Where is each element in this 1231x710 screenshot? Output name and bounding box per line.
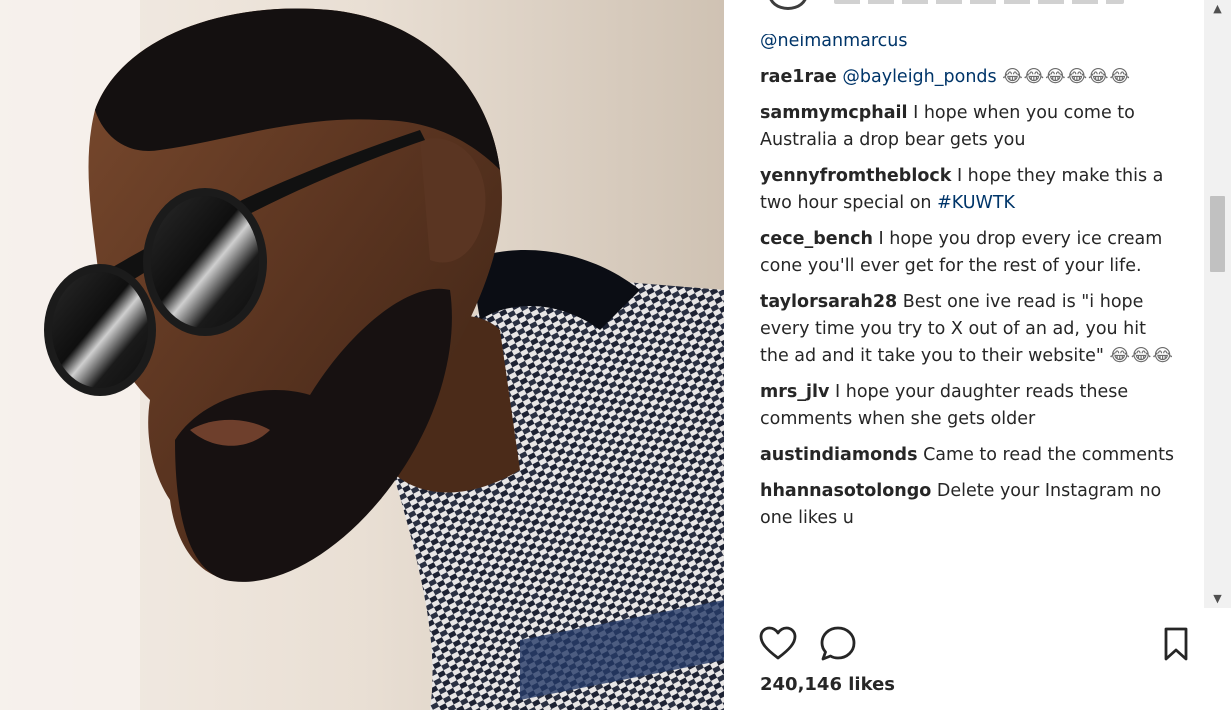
portrait-image bbox=[0, 0, 724, 710]
scroll-up-arrow-icon[interactable]: ▲ bbox=[1204, 0, 1231, 18]
comment-row: cece_bench I hope you drop every ice cre… bbox=[760, 226, 1180, 280]
comments-section[interactable]: @neimanmarcus rae1rae @bayleigh_ponds 😂😂😂… bbox=[746, 34, 1208, 608]
comment-row: taylorsarah28 Best one ive read is "i ho… bbox=[760, 289, 1180, 370]
comment-username[interactable]: rae1rae bbox=[760, 67, 837, 87]
comment-username[interactable]: yennyfromtheblock bbox=[760, 166, 951, 186]
comment-username[interactable]: austindiamonds bbox=[760, 445, 918, 465]
comment-row: hhannasotolongo Delete your Instagram no… bbox=[760, 478, 1180, 532]
comment-row: @neimanmarcus bbox=[760, 34, 1180, 55]
header-username-cropped bbox=[834, 0, 1124, 4]
scroll-down-arrow-icon[interactable]: ▼ bbox=[1204, 590, 1231, 608]
comments-scrollbar[interactable]: ▲ ▼ bbox=[1204, 0, 1231, 608]
comment-text: Came to read the comments bbox=[923, 445, 1175, 465]
heart-outline-icon[interactable] bbox=[758, 624, 798, 664]
comment-row: sammymcphail I hope when you come to Aus… bbox=[760, 100, 1180, 154]
comment-username[interactable]: mrs_jlv bbox=[760, 382, 829, 402]
comment-username[interactable]: cece_bench bbox=[760, 229, 873, 249]
post-photo[interactable] bbox=[0, 0, 724, 710]
bookmark-outline-icon[interactable] bbox=[1156, 624, 1196, 664]
comment-username[interactable]: hhannasotolongo bbox=[760, 481, 931, 501]
comments-list: @neimanmarcus rae1rae @bayleigh_ponds 😂😂😂… bbox=[760, 34, 1180, 541]
likes-label: likes bbox=[848, 674, 896, 695]
speech-bubble-icon[interactable] bbox=[818, 624, 858, 664]
scroll-thumb[interactable] bbox=[1210, 196, 1225, 272]
comment-emoji: 😂😂😂 bbox=[1109, 346, 1174, 366]
post-header bbox=[724, 0, 1231, 14]
post-actions bbox=[724, 620, 1231, 664]
comment-row: austindiamonds Came to read the comments bbox=[760, 442, 1180, 469]
comment-mention-link[interactable]: @neimanmarcus bbox=[760, 34, 908, 51]
avatar[interactable] bbox=[768, 0, 808, 10]
likes-count[interactable]: 240,146 likes bbox=[760, 674, 895, 695]
post-sidebar: @neimanmarcus rae1rae @bayleigh_ponds 😂😂😂… bbox=[724, 0, 1231, 710]
comment-username[interactable]: sammymcphail bbox=[760, 103, 908, 123]
comment-username[interactable]: taylorsarah28 bbox=[760, 292, 897, 312]
comment-emoji: 😂😂😂😂😂😂 bbox=[1002, 67, 1131, 87]
comment-mention-link[interactable]: @bayleigh_ponds bbox=[842, 67, 996, 87]
comment-hashtag-link[interactable]: #KUWTK bbox=[937, 193, 1015, 213]
comment-row: mrs_jlv I hope your daughter reads these… bbox=[760, 379, 1180, 433]
comment-row: yennyfromtheblock I hope they make this … bbox=[760, 163, 1180, 217]
likes-number: 240,146 bbox=[760, 674, 842, 695]
comment-row: rae1rae @bayleigh_ponds 😂😂😂😂😂😂 bbox=[760, 64, 1180, 91]
